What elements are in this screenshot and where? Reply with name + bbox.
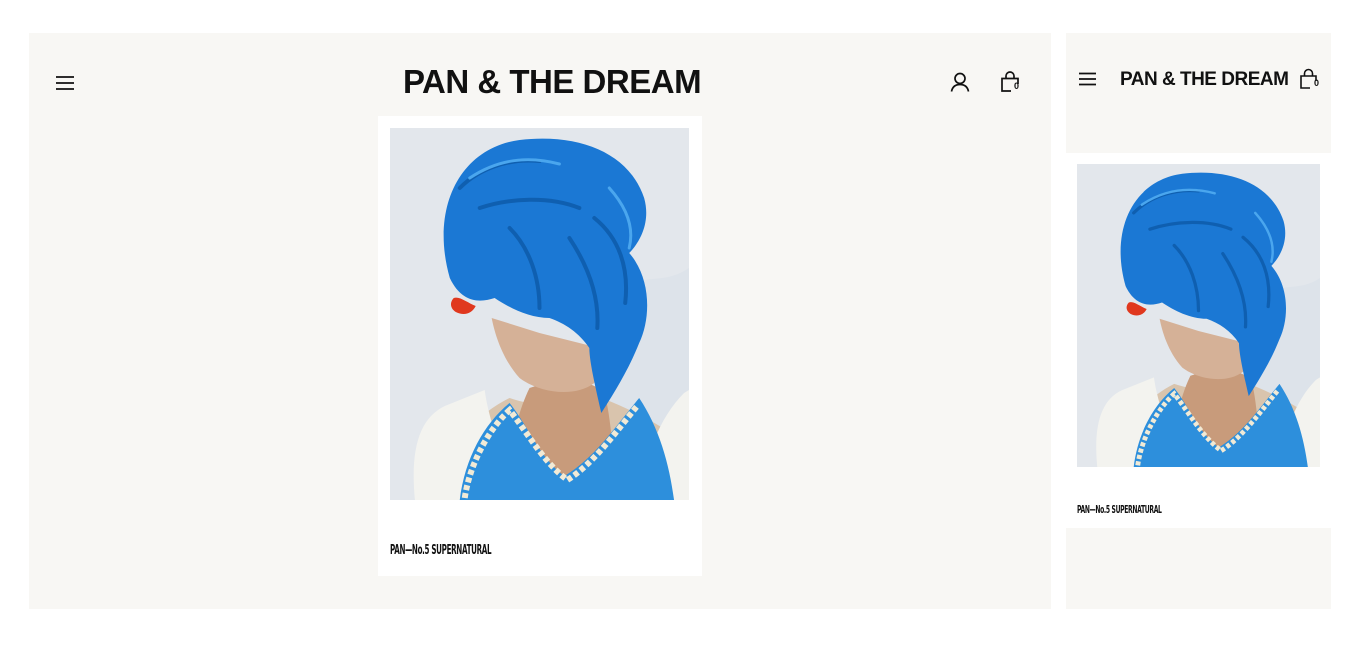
desktop-preview-panel: PAN & THE DREAM 0 PAN—No.5 SUPERNATURAL (29, 33, 1051, 609)
user-account-icon[interactable] (949, 71, 971, 93)
brand-logo[interactable]: PAN & THE DREAM (1120, 69, 1289, 91)
product-card[interactable]: PAN—No.5 SUPERNATURAL (1066, 153, 1331, 528)
cart-count-badge: 0 (1314, 78, 1320, 88)
shopping-bag-icon[interactable]: 0 (1000, 70, 1022, 94)
product-card[interactable]: PAN—No.5 SUPERNATURAL (378, 116, 702, 576)
magazine-cover-image[interactable] (390, 128, 689, 500)
hamburger-menu-icon[interactable] (55, 75, 75, 91)
mobile-preview-footer (1066, 528, 1331, 609)
product-title[interactable]: PAN—No.5 SUPERNATURAL (1077, 503, 1162, 516)
mobile-preview-header: PAN & THE DREAM 0 (1066, 33, 1331, 153)
product-title[interactable]: PAN—No.5 SUPERNATURAL (390, 543, 492, 558)
shopping-bag-icon[interactable]: 0 (1299, 68, 1321, 90)
brand-logo[interactable]: PAN & THE DREAM (403, 63, 702, 101)
cart-count-badge: 0 (1014, 81, 1020, 91)
hamburger-menu-icon[interactable] (1078, 72, 1097, 86)
magazine-cover-image[interactable] (1077, 164, 1320, 467)
